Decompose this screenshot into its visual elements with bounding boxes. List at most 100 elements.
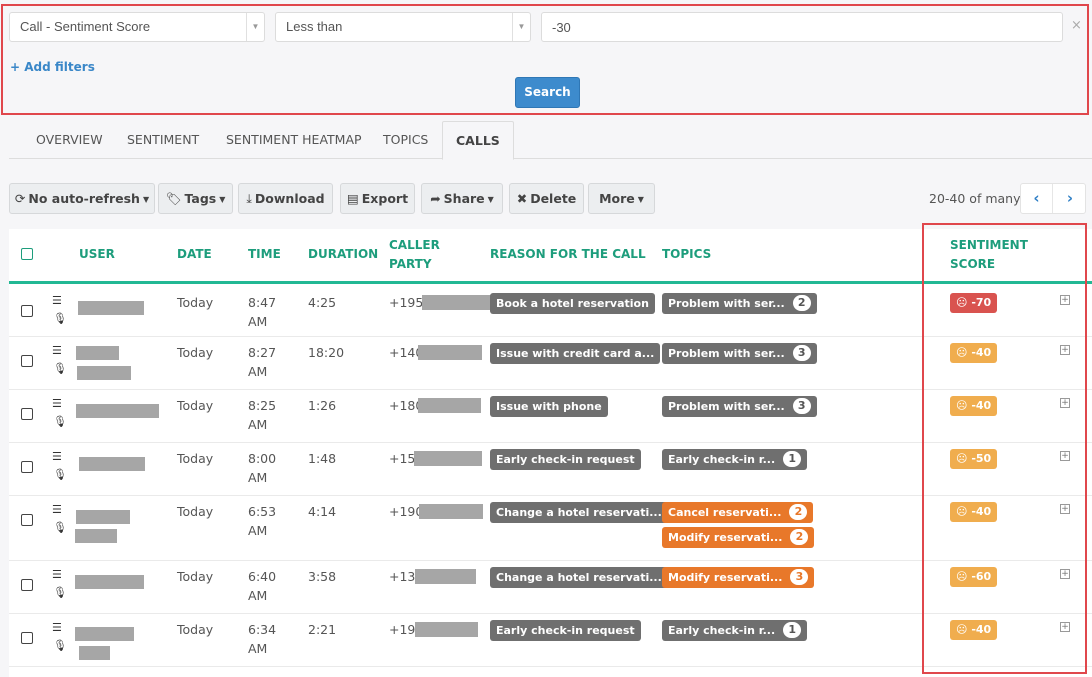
add-filters-link[interactable]: + Add filters [10,60,95,74]
tab-bar: OVERVIEW SENTIMENT SENTIMENT HEATMAP TOP… [9,121,1092,160]
topic-badge[interactable]: Modify reservati... 3 [662,567,815,588]
row-checkbox[interactable] [21,305,33,317]
close-icon[interactable]: × [1071,18,1082,33]
reason-badge[interactable]: Book a hotel reservation [490,293,655,314]
microphone-icon[interactable]: 🎙 [53,362,67,375]
microphone-icon[interactable]: 🎙 [53,521,67,534]
date-cell: Today [177,398,214,413]
reason-badge[interactable]: Issue with credit card a... [490,343,661,364]
expand-icon[interactable]: + [1060,569,1070,579]
topic-badge[interactable]: Problem with ser... 2 [662,293,817,314]
microphone-icon[interactable]: 🎙 [53,586,67,599]
microphone-icon[interactable]: 🎙 [53,312,67,325]
list-icon[interactable]: ☰ [52,397,62,410]
microphone-icon[interactable]: 🎙 [53,415,67,428]
row-checkbox[interactable] [21,461,33,473]
list-icon[interactable]: ☰ [52,294,62,307]
x-icon: ✖ [516,191,528,206]
list-icon[interactable]: ☰ [52,621,62,634]
header-user[interactable]: USER [79,245,115,264]
expand-icon[interactable]: + [1060,398,1070,408]
row-checkbox[interactable] [21,514,33,526]
filter-field-select[interactable]: Call - Sentiment Score ▼ [9,12,265,42]
search-button[interactable]: Search [515,77,580,108]
topic-badge[interactable]: Early check-in r... 1 [662,449,808,470]
time-value: 6:34 [248,622,277,637]
redacted-user [76,346,119,360]
row-checkbox[interactable] [21,579,33,591]
topic-badge[interactable]: Problem with ser... 3 [662,343,817,364]
redacted-phone [415,569,476,584]
redacted-user [76,404,159,418]
table-row[interactable]: ☰ 🎙 Today 6:40 AM 3:58 +130 Change a hotel rese… [9,561,1092,614]
table-row[interactable]: ☰ 🎙 Today 8:00 AM 1:48 +157 Early check-in requ… [9,443,1092,496]
reason-badge[interactable]: Change a hotel reservati... [490,567,668,588]
table-row[interactable]: ☰ 🎙 Today 8:27 AM 18:20 +1404 Issue with credit… [9,337,1092,390]
table-row[interactable]: ☰ 🎙 Today 6:34 AM 2:21 +194 Early check-in requ… [9,614,1092,667]
tab-sentiment-heatmap[interactable]: SENTIMENT HEATMAP [213,121,375,159]
topic-badge[interactable]: Cancel reservati... 2 [662,502,814,523]
expand-icon[interactable]: + [1060,451,1070,461]
header-topics[interactable]: TOPICS [662,245,711,264]
redacted-phone [419,504,483,519]
row-checkbox[interactable] [21,632,33,644]
row-checkbox[interactable] [21,355,33,367]
header-caller-party[interactable]: CALLER PARTY [389,236,440,274]
download-button[interactable]: ⤓ Download [238,183,333,214]
list-icon[interactable]: ☰ [52,568,62,581]
tab-overview[interactable]: OVERVIEW [23,121,116,159]
topic-count: 2 [790,529,809,545]
delete-button[interactable]: ✖ Delete [509,183,584,214]
time-period: AM [248,523,268,538]
row-checkbox[interactable] [21,408,33,420]
sentiment-score-badge: ☹ -40 [950,502,998,522]
filter-value-input[interactable] [541,12,1063,42]
sentiment-score-badge: ☹ -40 [950,343,998,363]
more-button[interactable]: More ▼ [588,183,655,214]
table-row[interactable]: ☰ 🎙 Today 8:47 AM 4:25 +1954 Book a hotel reser… [9,287,1092,337]
tab-calls[interactable]: CALLS [442,121,514,160]
topic-count: 3 [792,398,811,414]
microphone-icon[interactable]: 🎙 [53,468,67,481]
table-row[interactable]: ☰ 🎙 Today 8:25 AM 1:26 +180 Issue with phone Pro… [9,390,1092,443]
sentiment-score-value: -50 [971,452,992,465]
expand-icon[interactable]: + [1060,622,1070,632]
topic-badge[interactable]: Early check-in r... 1 [662,620,808,641]
filter-operator-select[interactable]: Less than ▼ [275,12,531,42]
header-time[interactable]: TIME [248,245,281,264]
time-value: 6:53 [248,504,277,519]
topic-label: Problem with ser... [668,400,785,413]
table-row[interactable]: ☰ 🎙 Today 6:53 AM 4:14 +190 Change a hotel rese… [9,496,1092,561]
topic-badge[interactable]: Problem with ser... 3 [662,396,817,417]
reason-badge[interactable]: Early check-in request [490,620,641,641]
share-button[interactable]: ➦ Share ▼ [421,183,503,214]
tab-sentiment[interactable]: SENTIMENT [114,121,212,159]
select-all-checkbox[interactable] [21,248,33,260]
chevron-right-icon[interactable]: › [1054,184,1086,213]
list-icon[interactable]: ☰ [52,344,62,357]
reason-badge[interactable]: Change a hotel reservati... [490,502,668,523]
header-reason[interactable]: REASON FOR THE CALL [490,245,646,264]
header-sentiment-score[interactable]: SENTIMENT SCORE [950,236,1028,274]
tab-topics[interactable]: TOPICS [370,121,441,159]
topic-label: Early check-in r... [668,624,776,637]
expand-icon[interactable]: + [1060,345,1070,355]
chevron-left-icon[interactable]: ‹ [1021,184,1053,213]
header-date[interactable]: DATE [177,245,212,264]
export-button[interactable]: ▤ Export [340,183,415,214]
pagination: ‹ › [1020,183,1086,214]
list-icon[interactable]: ☰ [52,450,62,463]
auto-refresh-button[interactable]: ⟳ No auto-refresh ▼ [9,183,155,214]
reason-badge[interactable]: Issue with phone [490,396,608,417]
expand-icon[interactable]: + [1060,504,1070,514]
tags-button[interactable]: 🏷 Tags ▼ [158,183,233,214]
expand-icon[interactable]: + [1060,295,1070,305]
header-duration[interactable]: DURATION [308,245,378,264]
topic-count: 2 [792,295,811,311]
topic-badge[interactable]: Modify reservati... 2 [662,527,815,548]
duration-cell: 3:58 [308,569,337,584]
sad-face-icon: ☹ [956,399,968,412]
microphone-icon[interactable]: 🎙 [53,639,67,652]
reason-badge[interactable]: Early check-in request [490,449,641,470]
list-icon[interactable]: ☰ [52,503,62,516]
